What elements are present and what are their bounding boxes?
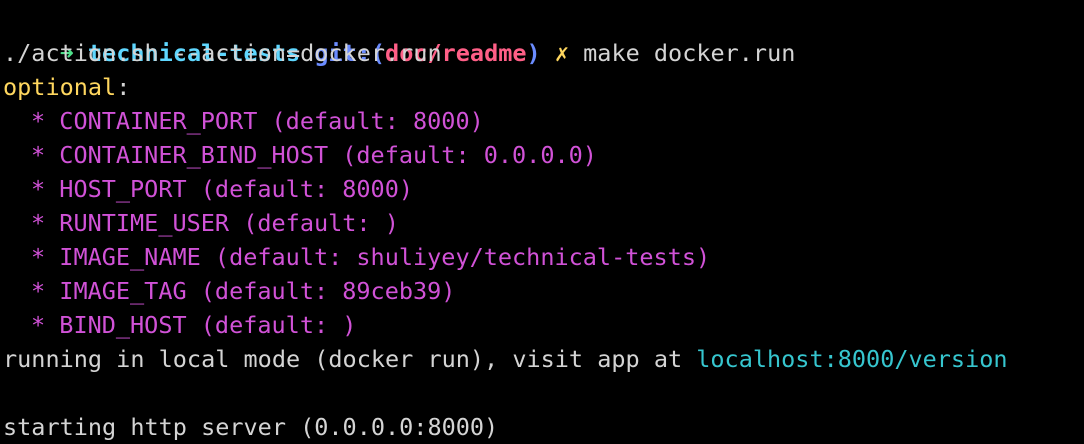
param-line: * RUNTIME_USER (default: )	[3, 206, 1084, 240]
param-runtime-user: * RUNTIME_USER (default: )	[31, 209, 399, 237]
param-container-port: * CONTAINER_PORT (default: 8000)	[31, 107, 484, 135]
optional-heading: optional:	[3, 70, 1084, 104]
param-line: * IMAGE_TAG (default: 89ceb39)	[3, 274, 1084, 308]
prompt-dirty-icon: ✗	[554, 39, 569, 67]
param-container-bind-host: * CONTAINER_BIND_HOST (default: 0.0.0.0)	[31, 141, 597, 169]
param-line: * IMAGE_NAME (default: shuliyey/technica…	[3, 240, 1084, 274]
terminal-window[interactable]: ➜ technical-tests git:(doc/readme) ✗ mak…	[0, 0, 1084, 441]
server-line: starting http server (0.0.0.0:8000)	[3, 413, 499, 441]
running-link[interactable]: localhost:8000/version	[696, 345, 1007, 373]
running-line: running in local mode (docker run), visi…	[3, 342, 1084, 376]
param-bind-host: * BIND_HOST (default: )	[31, 311, 357, 339]
running-text: running in local mode (docker run), visi…	[3, 345, 697, 373]
param-line: * BIND_HOST (default: )	[3, 308, 1084, 342]
param-host-port: * HOST_PORT (default: 8000)	[31, 175, 414, 203]
optional-colon: :	[116, 73, 131, 101]
param-image-name: * IMAGE_NAME (default: shuliyey/technica…	[31, 243, 711, 271]
param-line: * HOST_PORT (default: 8000)	[3, 172, 1084, 206]
prompt-command: make docker.run	[583, 39, 796, 67]
param-line: * CONTAINER_PORT (default: 8000)	[3, 104, 1084, 138]
param-image-tag: * IMAGE_TAG (default: 89ceb39)	[31, 277, 456, 305]
param-line: * CONTAINER_BIND_HOST (default: 0.0.0.0)	[3, 138, 1084, 172]
prompt-line: ➜ technical-tests git:(doc/readme) ✗ mak…	[3, 2, 1084, 67]
prompt-git-suffix: )	[526, 39, 541, 67]
optional-label: optional	[3, 73, 117, 101]
